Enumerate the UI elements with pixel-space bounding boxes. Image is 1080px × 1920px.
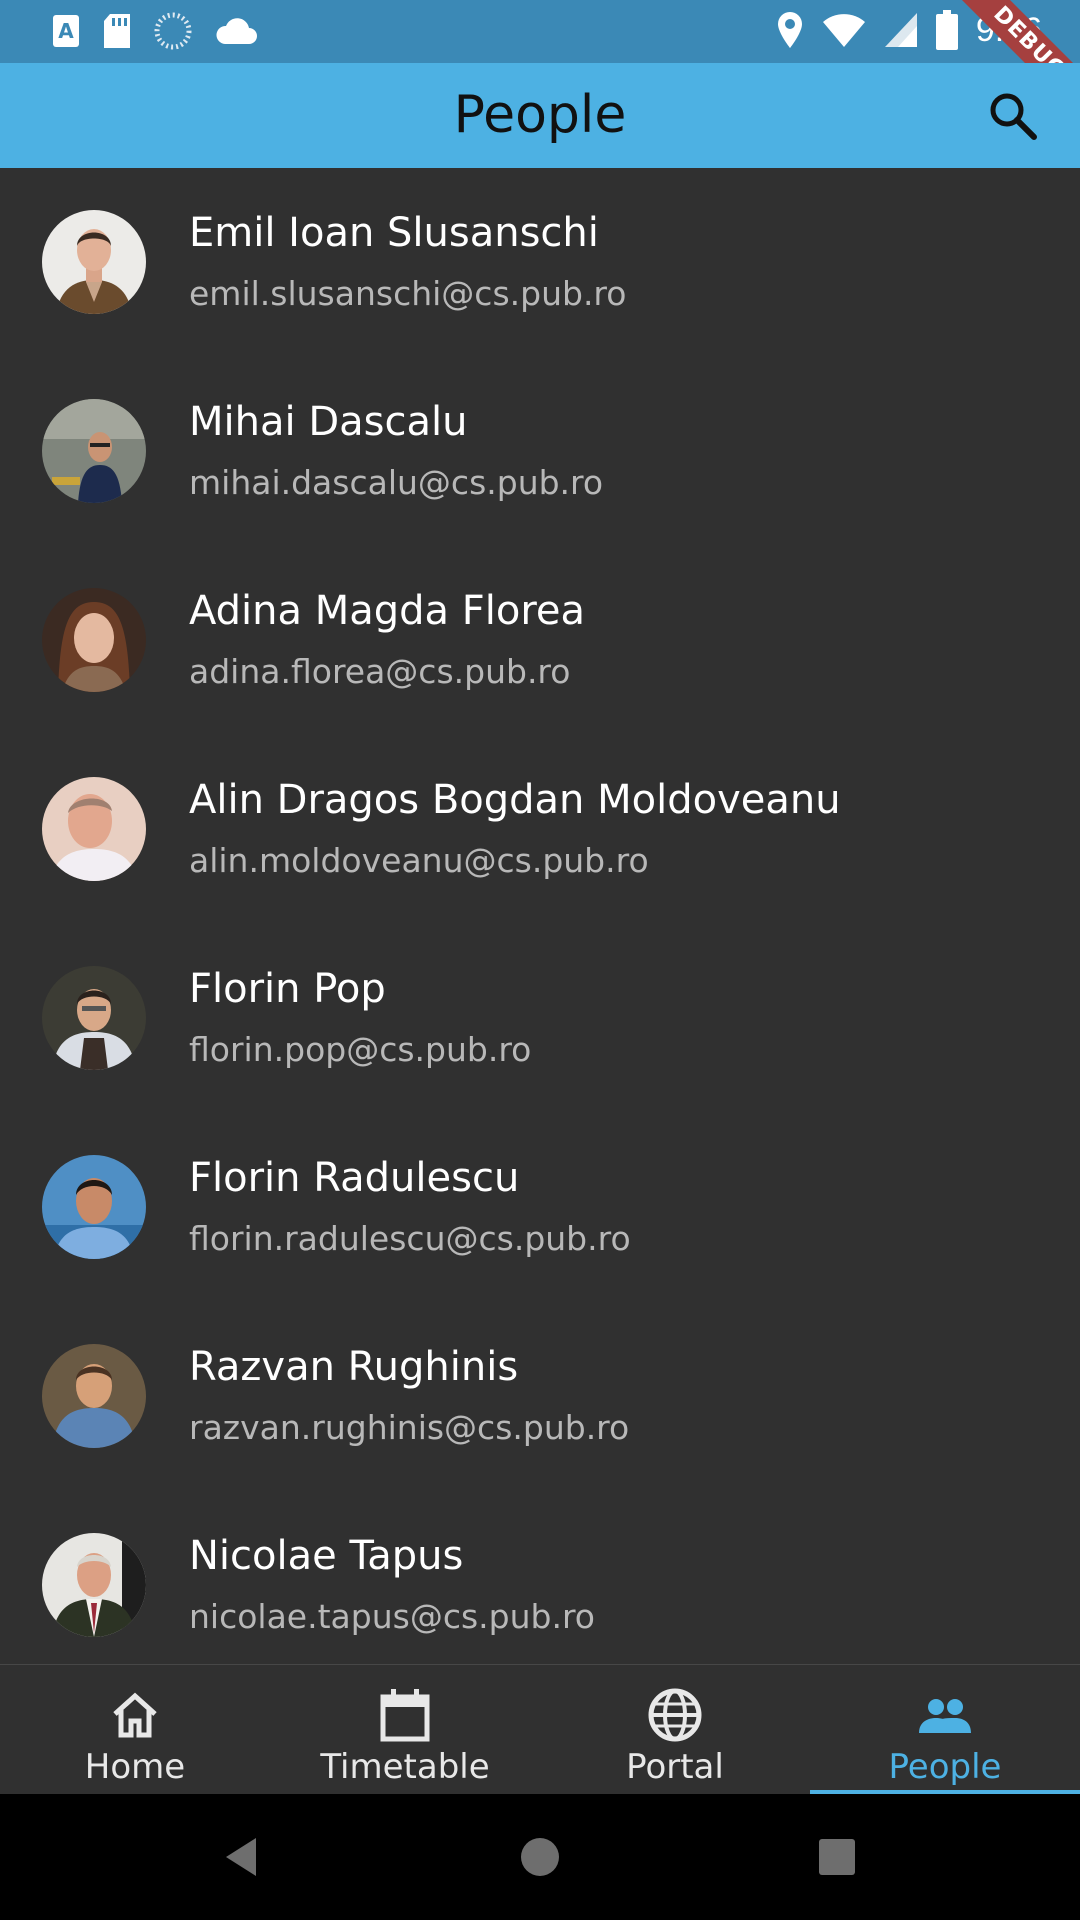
app-a-icon: A bbox=[53, 15, 79, 47]
person-email: nicolae.tapus@cs.pub.ro bbox=[189, 1597, 595, 1636]
avatar bbox=[42, 777, 146, 881]
loading-icon bbox=[154, 12, 192, 50]
person-email: adina.florea@cs.pub.ro bbox=[189, 652, 571, 691]
people-icon bbox=[919, 1699, 971, 1733]
globe-icon bbox=[648, 1688, 702, 1742]
person-list-item[interactable]: Adina Magda Florea adina.florea@cs.pub.r… bbox=[0, 546, 1080, 735]
status-left-icons: A bbox=[52, 12, 258, 50]
avatar bbox=[42, 966, 146, 1070]
bottom-navigation: Home Timetable Portal People bbox=[0, 1664, 1080, 1795]
nav-label: Home bbox=[84, 1747, 186, 1787]
person-email: emil.slusanschi@cs.pub.ro bbox=[189, 274, 627, 313]
person-list-item[interactable]: Alin Dragos Bogdan Moldoveanu alin.moldo… bbox=[0, 735, 1080, 924]
nav-label: Timetable bbox=[320, 1747, 490, 1787]
back-icon[interactable] bbox=[218, 1832, 268, 1882]
nav-label: Portal bbox=[626, 1747, 724, 1787]
calendar-icon bbox=[380, 1689, 430, 1742]
app-bar: People bbox=[0, 63, 1080, 168]
nav-tab-people[interactable]: People bbox=[810, 1665, 1080, 1795]
cloud-icon bbox=[216, 18, 257, 44]
sd-card-icon bbox=[104, 14, 130, 48]
system-navigation-bar bbox=[0, 1794, 1080, 1920]
person-list-item[interactable]: Emil Ioan Slusanschi emil.slusanschi@cs.… bbox=[0, 168, 1080, 357]
person-name: Nicolae Tapus bbox=[189, 1533, 464, 1579]
nav-label: People bbox=[888, 1747, 1002, 1787]
person-list-item[interactable]: Florin Pop florin.pop@cs.pub.ro bbox=[0, 924, 1080, 1113]
avatar bbox=[42, 1344, 146, 1448]
nav-tab-portal[interactable]: Portal bbox=[540, 1665, 810, 1795]
person-list-item[interactable]: Mihai Dascalu mihai.dascalu@cs.pub.ro bbox=[0, 357, 1080, 546]
people-list: Emil Ioan Slusanschi emil.slusanschi@cs.… bbox=[0, 168, 1080, 1664]
cell-signal-icon bbox=[884, 13, 917, 47]
search-icon bbox=[990, 93, 1037, 140]
person-email: alin.moldoveanu@cs.pub.ro bbox=[189, 841, 649, 880]
wifi-icon bbox=[822, 14, 865, 47]
home-circle-icon[interactable] bbox=[515, 1832, 565, 1882]
location-icon bbox=[777, 12, 802, 48]
home-icon bbox=[113, 1692, 157, 1738]
person-name: Adina Magda Florea bbox=[189, 588, 586, 634]
person-email: razvan.rughinis@cs.pub.ro bbox=[189, 1408, 630, 1447]
page-title: People bbox=[453, 85, 627, 145]
person-name: Mihai Dascalu bbox=[189, 399, 468, 445]
avatar bbox=[42, 1533, 146, 1637]
person-name: Emil Ioan Slusanschi bbox=[189, 210, 599, 256]
avatar bbox=[42, 1155, 146, 1259]
person-name: Alin Dragos Bogdan Moldoveanu bbox=[189, 777, 841, 823]
battery-icon bbox=[935, 10, 958, 50]
person-name: Razvan Rughinis bbox=[189, 1344, 519, 1390]
person-list-item[interactable]: Nicolae Tapus nicolae.tapus@cs.pub.ro bbox=[0, 1491, 1080, 1664]
person-list-item[interactable]: Razvan Rughinis razvan.rughinis@cs.pub.r… bbox=[0, 1302, 1080, 1491]
avatar bbox=[42, 210, 146, 314]
person-email: florin.radulescu@cs.pub.ro bbox=[189, 1219, 631, 1258]
person-name: Florin Pop bbox=[189, 966, 386, 1012]
svg-text:A: A bbox=[58, 19, 74, 43]
avatar bbox=[42, 399, 146, 503]
nav-tab-home[interactable]: Home bbox=[0, 1665, 270, 1795]
person-email: florin.pop@cs.pub.ro bbox=[189, 1030, 532, 1069]
person-name: Florin Radulescu bbox=[189, 1155, 520, 1201]
person-list-item[interactable]: Florin Radulescu florin.radulescu@cs.pub… bbox=[0, 1113, 1080, 1302]
search-button[interactable] bbox=[986, 89, 1040, 143]
person-email: mihai.dascalu@cs.pub.ro bbox=[189, 463, 604, 502]
recents-icon[interactable] bbox=[812, 1832, 862, 1882]
avatar bbox=[42, 588, 146, 692]
status-bar: A 9:16 DEBUG bbox=[0, 0, 1080, 63]
nav-tab-timetable[interactable]: Timetable bbox=[270, 1665, 540, 1795]
